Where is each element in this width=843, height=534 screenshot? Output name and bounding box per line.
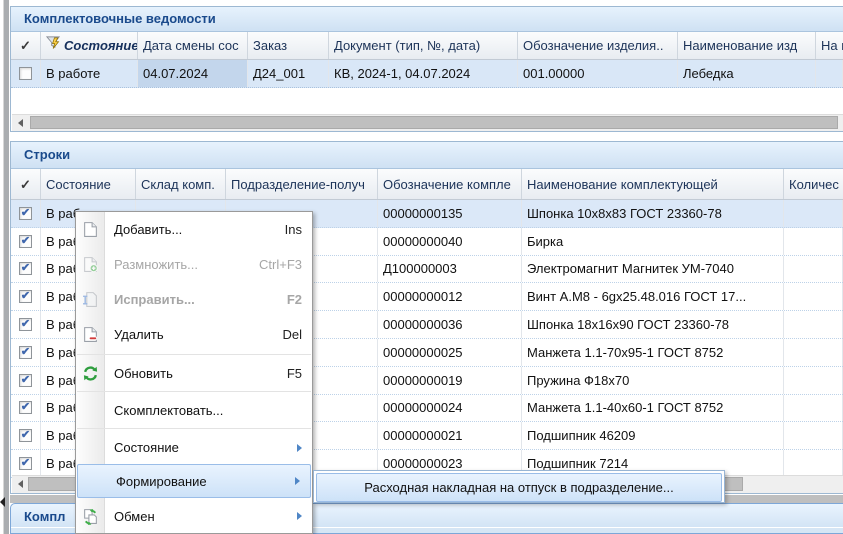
row-checkbox[interactable] xyxy=(19,457,32,470)
left-splitter[interactable] xyxy=(3,0,9,534)
submenu-arrow-icon xyxy=(297,512,302,520)
cell-code: 00000000025 xyxy=(378,339,522,366)
panel-title: Строки xyxy=(11,142,843,169)
menu-item-add[interactable]: Добавить... Ins xyxy=(76,212,312,247)
row-checkbox[interactable] xyxy=(19,346,32,359)
row-checkbox[interactable] xyxy=(19,207,32,220)
cell-document: КВ, 2024-1, 04.07.2024 xyxy=(329,60,518,87)
menu-item-refresh[interactable]: Обновить F5 xyxy=(76,357,312,389)
scrollbar-thumb[interactable] xyxy=(30,116,838,129)
table-header: ✓ Состояние Дата смены сос Заказ Докумен… xyxy=(11,32,843,60)
row-checkbox[interactable] xyxy=(19,67,32,80)
page-minus-icon xyxy=(81,326,99,344)
page-plus-icon xyxy=(81,256,99,274)
cell-name: Шпонка 18x16x90 ГОСТ 23360-78 xyxy=(522,311,784,338)
row-checkbox[interactable] xyxy=(19,374,32,387)
page-edit-icon xyxy=(81,291,99,309)
scroll-left-icon[interactable] xyxy=(18,119,23,127)
cell-code: 00000000040 xyxy=(378,228,522,255)
column-document[interactable]: Документ (тип, №, дата) xyxy=(329,32,518,59)
column-date[interactable]: Дата смены сос xyxy=(138,32,248,59)
column-order[interactable]: Заказ xyxy=(248,32,329,59)
column-name[interactable]: Наименование комплектующей xyxy=(522,169,784,199)
row-checkbox[interactable] xyxy=(19,235,32,248)
row-checkbox[interactable] xyxy=(19,401,32,414)
menu-separator xyxy=(77,354,311,355)
cell-code: 00000000021 xyxy=(378,422,522,449)
cell-code: 00000000135 xyxy=(378,200,522,227)
cell-code: 00000000036 xyxy=(378,311,522,338)
context-menu: Добавить... Ins Размножить... Ctrl+F3 Ис… xyxy=(75,211,313,534)
column-status[interactable]: Состояние xyxy=(41,169,136,199)
panel-picking-lists: Комплектовочные ведомости ✓ Состояние Да… xyxy=(10,6,843,132)
row-checkbox[interactable] xyxy=(19,318,32,331)
refresh-icon xyxy=(81,364,99,382)
scroll-left-icon[interactable] xyxy=(18,480,23,488)
cell-product-code: 001.00000 xyxy=(518,60,678,87)
cell-code: Д100000003 xyxy=(378,256,522,283)
table-row[interactable]: В работе 04.07.2024 Д24_001 КВ, 2024-1, … xyxy=(11,60,843,88)
cell-code: 00000000012 xyxy=(378,283,522,310)
row-checkbox[interactable] xyxy=(19,429,32,442)
cell-name: Подшипник 46209 xyxy=(522,422,784,449)
column-warehouse[interactable]: Склад комп. xyxy=(136,169,226,199)
menu-item-state[interactable]: Состояние xyxy=(76,431,312,464)
check-column-header[interactable]: ✓ xyxy=(11,32,41,59)
menu-item-assemble[interactable]: Скомплектовать... xyxy=(76,394,312,426)
column-department[interactable]: Подразделение-получ xyxy=(226,169,378,199)
column-status[interactable]: Состояние xyxy=(41,32,138,59)
submenu-arrow-icon xyxy=(297,444,302,452)
cell-status: В работе xyxy=(41,60,138,87)
cell-name: Винт А.М8 - 6gx25.48.016 ГОСТ 17... xyxy=(522,283,784,310)
menu-item-generation[interactable]: Формирование xyxy=(77,464,311,498)
cell-name: Бирка xyxy=(522,228,784,255)
top-horizontal-scrollbar[interactable] xyxy=(12,114,843,131)
cell-order: Д24_001 xyxy=(248,60,329,87)
cell-name: Электромагнит Магнитек УМ-7040 xyxy=(522,256,784,283)
generation-submenu: Расходная накладная на отпуск в подразде… xyxy=(313,470,725,503)
column-qty[interactable]: Количес xyxy=(784,169,843,199)
check-column-header[interactable]: ✓ xyxy=(11,169,41,199)
cell-code: 00000000019 xyxy=(378,367,522,394)
table-header: ✓ Состояние Склад комп. Подразделение-по… xyxy=(11,169,843,200)
menu-separator xyxy=(77,391,311,392)
panel-title: Комплектовочные ведомости xyxy=(11,7,843,32)
cell-product-name: Лебедка xyxy=(678,60,816,87)
submenu-arrow-icon xyxy=(295,477,300,485)
menu-separator xyxy=(77,428,311,429)
menu-item-exchange[interactable]: Обмен xyxy=(76,498,312,534)
column-extra[interactable]: На п xyxy=(816,32,843,59)
row-checkbox[interactable] xyxy=(19,290,32,303)
column-product-code[interactable]: Обозначение изделия.. xyxy=(518,32,678,59)
exchange-icon xyxy=(81,507,99,525)
cell-code: 00000000024 xyxy=(378,395,522,422)
column-code[interactable]: Обозначение компле xyxy=(378,169,522,199)
row-checkbox[interactable] xyxy=(19,262,32,275)
menu-item-delete[interactable]: Удалить Del xyxy=(76,317,312,352)
cell-name: Манжета 1.1-70x95-1 ГОСТ 8752 xyxy=(522,339,784,366)
filter-lightning-icon xyxy=(46,33,61,59)
cell-name: Манжета 1.1-40x60-1 ГОСТ 8752 xyxy=(522,395,784,422)
splitter-collapse-icon[interactable] xyxy=(0,497,5,507)
page-new-icon xyxy=(81,221,99,239)
column-product-name[interactable]: Наименование изд xyxy=(678,32,816,59)
cell-date-selected: 04.07.2024 xyxy=(138,60,248,87)
cell-name: Пружина Ф18x70 xyxy=(522,367,784,394)
menu-item-duplicate[interactable]: Размножить... Ctrl+F3 xyxy=(76,247,312,282)
submenu-item-expense-invoice[interactable]: Расходная накладная на отпуск в подразде… xyxy=(316,473,722,502)
menu-item-edit[interactable]: Исправить... F2 xyxy=(76,282,312,317)
cell-name: Шпонка 10x8x83 ГОСТ 23360-78 xyxy=(522,200,784,227)
